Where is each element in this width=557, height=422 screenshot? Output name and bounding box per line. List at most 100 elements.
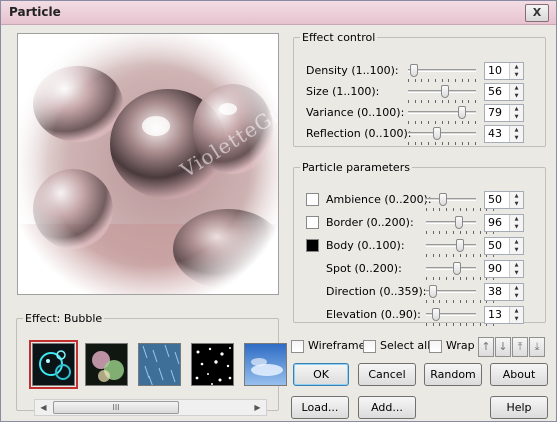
particle-parameter-row: Spot (0..200): 90 ▲ ▼ bbox=[294, 259, 544, 280]
window-title: Particle bbox=[9, 5, 61, 19]
rain-thumb-icon bbox=[139, 344, 180, 385]
slider-knob[interactable] bbox=[441, 85, 450, 98]
effect-thumb-rain[interactable] bbox=[138, 343, 181, 386]
spin-down-icon[interactable]: ▼ bbox=[510, 315, 523, 323]
spin-down-icon[interactable]: ▼ bbox=[510, 292, 523, 300]
spin-up-icon[interactable]: ▲ bbox=[510, 215, 523, 223]
wireframe-option[interactable]: Wireframe bbox=[291, 337, 365, 355]
slider-tick bbox=[446, 254, 448, 257]
value-spinbox[interactable]: 50 ▲ ▼ bbox=[484, 237, 524, 255]
move-bottom-button[interactable]: ⤓ bbox=[529, 337, 545, 357]
color-swatch[interactable] bbox=[306, 193, 319, 206]
add-button[interactable]: Add... bbox=[358, 396, 416, 419]
spin-down-icon[interactable]: ▼ bbox=[510, 269, 523, 277]
spin-down-icon[interactable]: ▼ bbox=[510, 71, 523, 79]
scroll-left-icon[interactable]: ◀ bbox=[35, 400, 52, 415]
spin-buttons[interactable]: ▲ ▼ bbox=[509, 192, 523, 208]
slider-knob[interactable] bbox=[454, 216, 463, 229]
value-slider[interactable] bbox=[408, 64, 476, 82]
value-spinbox[interactable]: 96 ▲ ▼ bbox=[484, 214, 524, 232]
value-spinbox[interactable]: 50 ▲ ▼ bbox=[484, 191, 524, 209]
value-spinbox[interactable]: 10 ▲ ▼ bbox=[484, 62, 524, 80]
scroll-right-icon[interactable]: ▶ bbox=[249, 400, 266, 415]
select-all-checkbox[interactable] bbox=[363, 340, 376, 353]
spin-up-icon[interactable]: ▲ bbox=[510, 307, 523, 315]
effect-thumb-snow[interactable] bbox=[191, 343, 234, 386]
slider-knob[interactable] bbox=[431, 308, 440, 321]
move-down-button[interactable]: ↓ bbox=[495, 337, 511, 357]
slider-knob[interactable] bbox=[433, 127, 442, 140]
spin-down-icon[interactable]: ▼ bbox=[510, 246, 523, 254]
spin-buttons[interactable]: ▲ ▼ bbox=[509, 63, 523, 79]
value-slider[interactable] bbox=[408, 127, 476, 145]
slider-knob[interactable] bbox=[457, 106, 466, 119]
spin-up-icon[interactable]: ▲ bbox=[510, 284, 523, 292]
spin-up-icon[interactable]: ▲ bbox=[510, 192, 523, 200]
load-button[interactable]: Load... bbox=[291, 396, 349, 419]
effect-scrollbar[interactable]: ◀ III ▶ bbox=[34, 399, 267, 416]
particle-parameter-label: Ambience (0..200): bbox=[326, 193, 432, 206]
value-spinbox[interactable]: 56 ▲ ▼ bbox=[484, 83, 524, 101]
ok-button[interactable]: OK bbox=[293, 363, 349, 386]
move-top-button[interactable]: ⤒ bbox=[512, 337, 528, 357]
wireframe-checkbox[interactable] bbox=[291, 340, 304, 353]
value-slider[interactable] bbox=[408, 85, 476, 103]
value-slider[interactable] bbox=[426, 193, 494, 211]
value-spinbox[interactable]: 43 ▲ ▼ bbox=[484, 125, 524, 143]
particle-parameter-row: Direction (0..359): 38 ▲ ▼ bbox=[294, 282, 544, 303]
random-button[interactable]: Random bbox=[424, 363, 482, 386]
spin-buttons[interactable]: ▲ ▼ bbox=[509, 307, 523, 323]
scroll-thumb[interactable]: III bbox=[53, 401, 179, 414]
spin-up-icon[interactable]: ▲ bbox=[510, 261, 523, 269]
spin-buttons[interactable]: ▲ ▼ bbox=[509, 126, 523, 142]
spin-down-icon[interactable]: ▼ bbox=[510, 200, 523, 208]
spin-buttons[interactable]: ▲ ▼ bbox=[509, 238, 523, 254]
effect-thumb-glow[interactable] bbox=[85, 343, 128, 386]
move-up-button[interactable]: ↑ bbox=[478, 337, 494, 357]
slider-knob[interactable] bbox=[452, 262, 461, 275]
value-spinbox[interactable]: 13 ▲ ▼ bbox=[484, 306, 524, 324]
value-slider[interactable] bbox=[426, 239, 494, 257]
color-swatch[interactable] bbox=[306, 216, 319, 229]
effect-control-legend: Effect control bbox=[302, 31, 376, 44]
spin-up-icon[interactable]: ▲ bbox=[510, 84, 523, 92]
spin-buttons[interactable]: ▲ ▼ bbox=[509, 215, 523, 231]
slider-knob[interactable] bbox=[410, 64, 419, 77]
effect-thumb-bubble[interactable] bbox=[29, 340, 78, 389]
spin-down-icon[interactable]: ▼ bbox=[510, 113, 523, 121]
spin-up-icon[interactable]: ▲ bbox=[510, 63, 523, 71]
spin-up-icon[interactable]: ▲ bbox=[510, 105, 523, 113]
value-spinbox[interactable]: 90 ▲ ▼ bbox=[484, 260, 524, 278]
spin-up-icon[interactable]: ▲ bbox=[510, 126, 523, 134]
about-button[interactable]: About bbox=[490, 363, 548, 386]
value-slider[interactable] bbox=[408, 106, 476, 124]
spin-down-icon[interactable]: ▼ bbox=[510, 92, 523, 100]
color-swatch[interactable] bbox=[306, 239, 319, 252]
select-all-option[interactable]: Select all bbox=[363, 337, 430, 355]
spin-buttons[interactable]: ▲ ▼ bbox=[509, 261, 523, 277]
spin-buttons[interactable]: ▲ ▼ bbox=[509, 284, 523, 300]
cancel-button[interactable]: Cancel bbox=[358, 363, 416, 386]
spin-buttons[interactable]: ▲ ▼ bbox=[509, 105, 523, 121]
slider-knob[interactable] bbox=[456, 239, 464, 252]
slider-knob[interactable] bbox=[439, 193, 447, 206]
value-spinbox[interactable]: 38 ▲ ▼ bbox=[484, 283, 524, 301]
help-button[interactable]: Help bbox=[490, 396, 548, 419]
spin-down-icon[interactable]: ▼ bbox=[510, 223, 523, 231]
value-slider[interactable] bbox=[426, 285, 494, 303]
slider-knob[interactable] bbox=[429, 285, 438, 298]
effect-thumb-cloud[interactable] bbox=[244, 343, 287, 386]
close-button[interactable]: X bbox=[525, 4, 549, 22]
wrap-checkbox[interactable] bbox=[429, 340, 442, 353]
spin-buttons[interactable]: ▲ ▼ bbox=[509, 84, 523, 100]
value-slider[interactable] bbox=[426, 308, 494, 326]
spinbox-value: 56 bbox=[488, 85, 502, 98]
title-bar[interactable]: Particle X bbox=[1, 1, 556, 25]
value-spinbox[interactable]: 79 ▲ ▼ bbox=[484, 104, 524, 122]
spin-down-icon[interactable]: ▼ bbox=[510, 134, 523, 142]
value-slider[interactable] bbox=[426, 262, 494, 280]
wrap-option[interactable]: Wrap bbox=[429, 337, 475, 355]
value-slider[interactable] bbox=[426, 216, 494, 234]
cloud-thumb-icon bbox=[245, 344, 286, 385]
spin-up-icon[interactable]: ▲ bbox=[510, 238, 523, 246]
